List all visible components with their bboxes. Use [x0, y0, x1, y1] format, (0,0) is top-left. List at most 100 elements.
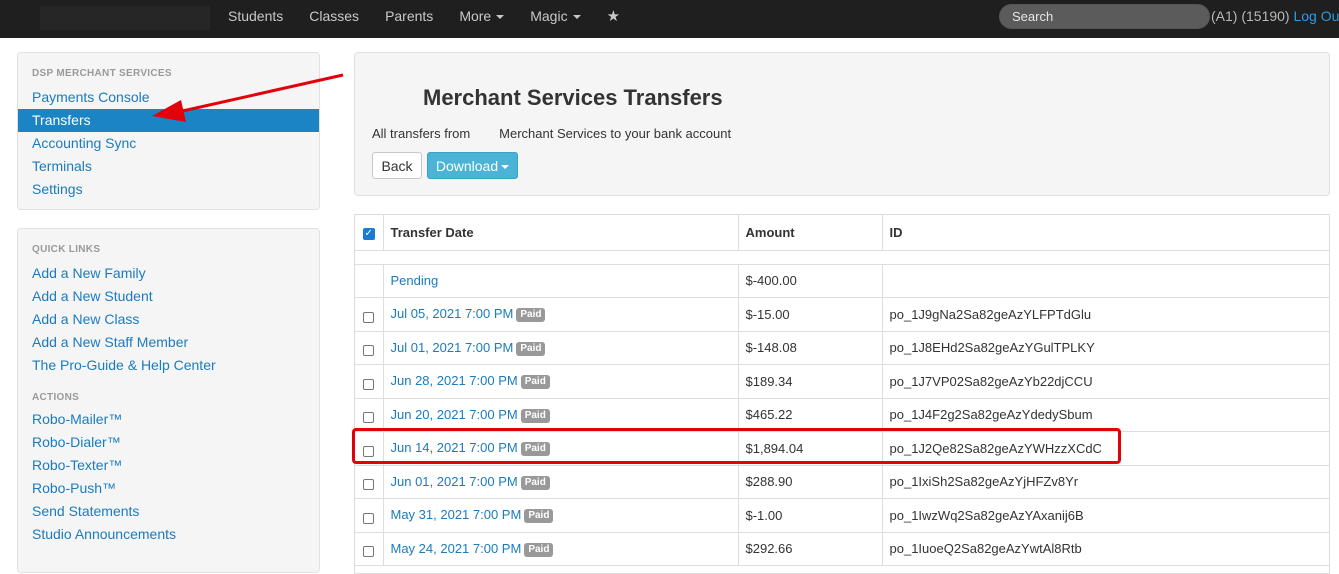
row-checkbox[interactable] [363, 546, 375, 557]
nav-favorites[interactable]: ★ [594, 0, 633, 32]
sidebar-item-transfers[interactable]: Transfers [18, 109, 319, 132]
account-id: (A1) (15190) [1211, 8, 1290, 24]
action-robo-dialer[interactable]: Robo-Dialer™ [18, 431, 319, 454]
paid-badge: Paid [520, 375, 550, 390]
quick-link-add-student[interactable]: Add a New Student [18, 285, 319, 308]
panel-heading: QUICK LINKS [32, 244, 101, 255]
brand-logo[interactable] [40, 6, 210, 30]
amount-cell: $-15.00 [738, 297, 883, 332]
table-row: May 31, 2021 7:00 PM Paid $-1.00 po_1IwzW… [355, 498, 1329, 533]
row-check-cell [355, 532, 384, 566]
paid-badge: Paid [516, 341, 546, 356]
transfer-date-cell: Jun 20, 2021 7:00 PM Paid [383, 398, 739, 432]
quick-link-add-staff[interactable]: Add a New Staff Member [18, 331, 319, 354]
transfer-date-link[interactable]: May 24, 2021 7:00 PM [391, 541, 522, 556]
caret-down-icon [501, 164, 510, 169]
action-studio-announcements[interactable]: Studio Announcements [18, 523, 319, 546]
transfer-id-cell: po_1J4F2g2Sa82geAzYdedySbum [882, 398, 1329, 432]
transfer-date-cell: May 24, 2021 7:00 PM Paid [383, 532, 739, 566]
transfer-date-link[interactable]: Jul 05, 2021 7:00 PM [391, 306, 514, 321]
nav-magic-dropdown[interactable]: Magic [517, 0, 593, 32]
column-header-amount[interactable]: Amount [738, 215, 883, 251]
amount-cell: $-1.00 [738, 498, 883, 533]
transfer-date-link[interactable]: Jun 28, 2021 7:00 PM [391, 373, 518, 388]
nav-label: Parents [385, 8, 434, 24]
row-check-cell [355, 297, 384, 332]
row-checkbox[interactable] [363, 378, 375, 390]
row-check-cell [355, 498, 384, 533]
caret-down-icon [572, 15, 581, 20]
row-checkbox[interactable] [363, 412, 375, 423]
table-row: Jul 05, 2021 7:00 PM Paid $-15.00 po_1J9g… [355, 297, 1329, 332]
row-checkbox[interactable] [363, 445, 375, 457]
transfer-date-link[interactable]: Jul 01, 2021 7:00 PM [391, 340, 514, 355]
row-checkbox[interactable] [363, 345, 375, 356]
back-button[interactable]: Back [372, 152, 422, 179]
logout-link[interactable]: Log Out [1293, 8, 1339, 24]
page-title: Merchant Services Transfers [423, 85, 723, 110]
quick-link-add-family[interactable]: Add a New Family [18, 262, 319, 285]
search-input[interactable] [999, 4, 1210, 29]
row-checkbox[interactable] [363, 479, 375, 490]
transfer-date-link[interactable]: Jun 14, 2021 7:00 PM [391, 440, 518, 455]
action-robo-mailer[interactable]: Robo-Mailer™ [18, 408, 319, 431]
table-row: Jun 20, 2021 7:00 PM Paid $465.22 po_1J4F… [355, 398, 1329, 432]
amount-cell: $465.22 [738, 398, 883, 432]
transfers-table: ✓ Transfer Date Amount ID Pending $-400.… [355, 215, 1329, 566]
nav-more-dropdown[interactable]: More [446, 0, 517, 32]
column-header-date[interactable]: Transfer Date [383, 215, 739, 251]
transfer-date-link[interactable]: May 31, 2021 7:00 PM [391, 507, 522, 522]
table-header-row: ✓ Transfer Date Amount ID [355, 215, 1329, 251]
row-check-cell [355, 465, 384, 499]
select-all-checkbox[interactable]: ✓ [362, 228, 375, 241]
download-button[interactable]: Download [427, 152, 518, 179]
amount-cell: $-400.00 [738, 264, 883, 298]
transfer-date-cell: May 31, 2021 7:00 PM Paid [383, 498, 739, 533]
paid-badge: Paid [520, 475, 550, 490]
paid-badge: Paid [520, 442, 550, 457]
panel-heading: DSP MERCHANT SERVICES [32, 68, 172, 79]
sidebar-item-terminals[interactable]: Terminals [18, 155, 319, 178]
action-send-statements[interactable]: Send Statements [18, 500, 319, 523]
page-header: Merchant Services Transfers All transfer… [354, 52, 1330, 196]
row-check-cell [355, 398, 384, 432]
row-checkbox[interactable] [363, 311, 375, 323]
transfer-date-link[interactable]: Pending [391, 273, 439, 288]
transfer-date-cell: Jun 28, 2021 7:00 PM Paid [383, 364, 739, 399]
transfer-date-link[interactable]: Jun 20, 2021 7:00 PM [391, 407, 518, 422]
action-robo-texter[interactable]: Robo-Texter™ [18, 454, 319, 477]
transfer-id-cell: po_1IuoeQ2Sa82geAzYwtAl8Rtb [882, 532, 1329, 566]
table-row: May 24, 2021 7:00 PM Paid $292.66 po_1Iuo… [355, 532, 1329, 566]
table-row: Jul 01, 2021 7:00 PM Paid $-148.08 po_1J8… [355, 331, 1329, 365]
transfer-id-cell: po_1IwzWq2Sa82geAzYAxanij6B [882, 498, 1329, 533]
action-robo-push[interactable]: Robo-Push™ [18, 477, 319, 500]
nav-parents[interactable]: Parents [372, 0, 446, 32]
paid-badge: Paid [524, 509, 554, 524]
quick-link-add-class[interactable]: Add a New Class [18, 308, 319, 331]
sidebar-item-payments-console[interactable]: Payments Console [18, 86, 319, 109]
caret-down-icon [496, 15, 505, 20]
transfer-id-cell: po_1IxiSh2Sa82geAzYjHFZv8Yr [882, 465, 1329, 499]
amount-cell: $292.66 [738, 532, 883, 566]
page-subtitle: All transfers from Merchant Services to … [372, 126, 732, 141]
transfers-table-container: ✓ Transfer Date Amount ID Pending $-400.… [354, 214, 1330, 574]
sidebar-item-settings[interactable]: Settings [18, 178, 319, 201]
nav-students[interactable]: Students [215, 0, 296, 32]
transfer-date-cell: Pending [383, 264, 739, 298]
column-header-id[interactable]: ID [882, 215, 1329, 251]
transfer-id-cell: po_1J9gNa2Sa82geAzYLFPTdGlu [882, 297, 1329, 332]
back-label: Back [381, 157, 413, 174]
transfer-date-link[interactable]: Jun 01, 2021 7:00 PM [391, 474, 518, 489]
select-all-cell: ✓ [355, 215, 384, 251]
sidebar-item-accounting-sync[interactable]: Accounting Sync [18, 132, 319, 155]
nav-classes[interactable]: Classes [296, 0, 372, 32]
row-check-cell [355, 331, 384, 365]
quick-link-pro-guide[interactable]: The Pro-Guide & Help Center [18, 354, 319, 377]
row-check-cell [355, 264, 384, 298]
transfer-date-cell: Jul 01, 2021 7:00 PM Paid [383, 331, 739, 365]
account-info: (A1) (15190) Log Out [1211, 8, 1339, 24]
row-checkbox[interactable] [363, 512, 375, 524]
star-icon: ★ [606, 8, 621, 25]
top-navbar: Students Classes Parents More Magic ★ (A… [0, 0, 1339, 38]
transfer-id-cell: po_1J8EHd2Sa82geAzYGulTPLKY [882, 331, 1329, 365]
